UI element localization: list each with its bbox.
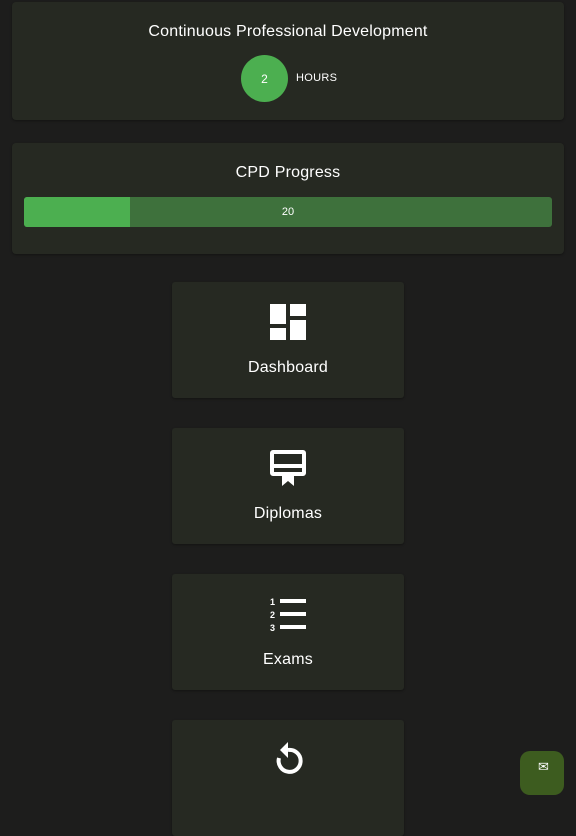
- cpd-progress-card: CPD Progress 20: [12, 143, 564, 254]
- dashboard-label: Dashboard: [247, 359, 329, 376]
- progress-value: 20: [281, 206, 295, 218]
- svg-text:2: 2: [270, 610, 275, 620]
- diplomas-label: Diplomas: [253, 505, 323, 522]
- chat-button[interactable]: ✉: [520, 751, 564, 795]
- reset-button[interactable]: [172, 720, 404, 836]
- chat-icon: ✉: [538, 759, 549, 774]
- svg-text:3: 3: [270, 623, 275, 632]
- exams-label: Exams: [263, 651, 313, 668]
- dashboard-grid-icon: [270, 304, 306, 340]
- progress-bar: 20: [24, 197, 552, 227]
- progress-title: CPD Progress: [235, 164, 341, 181]
- svg-text:1: 1: [270, 597, 275, 607]
- cpd-title: Continuous Professional Development: [148, 23, 428, 40]
- certificate-icon: [270, 450, 306, 486]
- diplomas-button[interactable]: Diplomas: [172, 428, 404, 544]
- numbered-list-icon: 1 2 3: [270, 597, 306, 632]
- hours-label: HOURS: [296, 72, 338, 84]
- exams-button[interactable]: 1 2 3 Exams: [172, 574, 404, 690]
- dashboard-button[interactable]: Dashboard: [172, 282, 404, 398]
- hours-badge: 2: [241, 55, 288, 102]
- refresh-icon: [276, 742, 303, 774]
- cpd-summary-card: Continuous Professional Development 2 HO…: [12, 2, 564, 120]
